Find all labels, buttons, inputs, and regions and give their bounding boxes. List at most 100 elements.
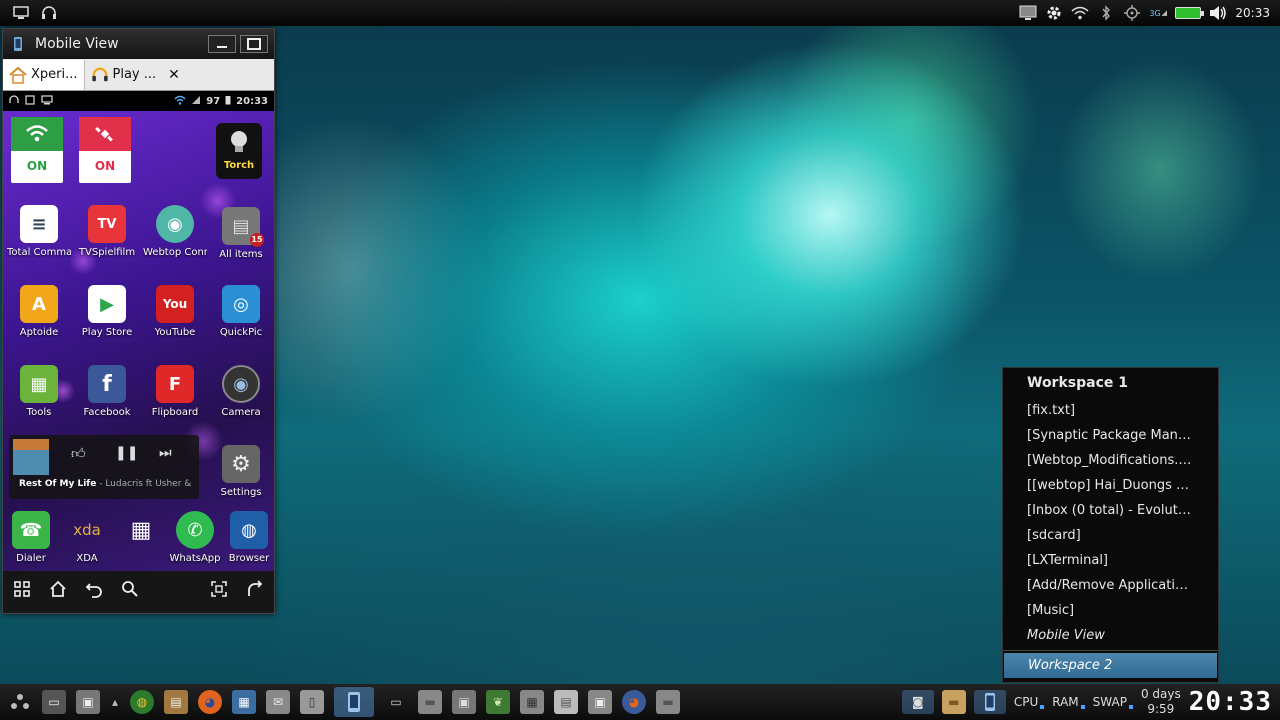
app-settings[interactable]: ⚙ Settings (209, 445, 273, 498)
tab-play-music[interactable]: Play ... ✕ (85, 60, 186, 90)
app-flipboard[interactable]: F Flipboard (143, 365, 207, 418)
window-item-fix-txt[interactable]: [fix.txt] (1003, 398, 1218, 423)
headphones-icon (91, 66, 109, 84)
applications-task-icon[interactable]: ▣ (588, 690, 612, 714)
phone-clock: 20:33 (236, 95, 268, 107)
android-home-screen: ON ON Torch ≡ Total Comma TV TVSpielfilm… (3, 111, 274, 571)
notes-icon[interactable]: ▯ (300, 690, 324, 714)
folder-all-items[interactable]: ▤ 15 All items (209, 207, 273, 260)
album-art[interactable] (13, 439, 49, 475)
fullscreen-icon[interactable] (210, 580, 228, 602)
network-globe-icon[interactable]: ◍ (130, 690, 154, 714)
wifi-toggle-widget[interactable]: ON (11, 117, 63, 183)
gear-icon[interactable] (1045, 4, 1063, 22)
camera-task-icon[interactable]: ◙ (901, 690, 934, 714)
window-item-webtop-forum[interactable]: [[webtop] Hai_Duongs Webto... (1003, 473, 1218, 498)
document-task-icon[interactable]: ▤ (554, 690, 578, 714)
window-title: Mobile View (35, 36, 119, 52)
window-item-lxterminal[interactable]: [LXTerminal] (1003, 548, 1218, 573)
window-item-sdcard[interactable]: [sdcard] (1003, 523, 1218, 548)
app-quickpic[interactable]: ◎ QuickPic (209, 285, 273, 338)
package-manager-icon[interactable]: ▣ (76, 690, 100, 714)
monitor-icon[interactable] (12, 4, 30, 22)
leaf-task-icon[interactable]: ❦ (486, 690, 510, 714)
track-artist: Ludacris ft Usher & (105, 479, 192, 489)
firefox-task-icon[interactable]: ◕ (622, 690, 646, 714)
tab-xperia-home[interactable]: Xperi... (3, 59, 85, 90)
app-webtop-connection[interactable]: ◉ Webtop Conn (143, 205, 207, 258)
tab-label: Play ... (112, 67, 157, 82)
search-icon[interactable] (121, 580, 139, 602)
browser-icon: ◍ (230, 511, 268, 549)
back-icon[interactable] (85, 580, 103, 602)
app-play-store[interactable]: ▶ Play Store (75, 285, 139, 338)
tools-icon: ▦ (20, 365, 58, 403)
close-icon[interactable]: ✕ (168, 67, 180, 83)
app-facebook[interactable]: f Facebook (75, 365, 139, 418)
minimize-button[interactable] (208, 35, 236, 53)
tvspielfilm-icon: TV (88, 205, 126, 243)
total-commander-icon: ≡ (20, 205, 58, 243)
wifi-icon[interactable] (1071, 4, 1089, 22)
start-menu-icon[interactable] (8, 690, 32, 714)
gps-toggle-state: ON (94, 159, 116, 173)
next-track-icon[interactable]: ⏭︎ (159, 445, 172, 461)
display-icon[interactable] (1019, 4, 1037, 22)
window-item-webtop-modifications[interactable]: [Webtop_Modifications.doc - ... (1003, 448, 1218, 473)
archive-icon[interactable]: ▤ (164, 690, 188, 714)
apps-grid-icon[interactable] (13, 580, 31, 602)
volume-icon[interactable] (1209, 4, 1227, 22)
gps-icon[interactable] (1123, 4, 1141, 22)
app-aptoide[interactable]: A Aptoide (7, 285, 71, 338)
window-item-synaptic[interactable]: [Synaptic Package Manager ] (1003, 423, 1218, 448)
keyboard-task-icon[interactable]: ▦ (520, 690, 544, 714)
app-tvspielfilm[interactable]: TV TVSpielfilm (75, 205, 139, 258)
app-youtube[interactable]: You YouTube (143, 285, 207, 338)
swap-monitor[interactable]: SWAP (1093, 695, 1133, 709)
cpu-monitor[interactable]: CPU (1014, 695, 1045, 709)
battery-icon[interactable] (1175, 7, 1205, 19)
firefox-icon[interactable]: ◕ (198, 690, 222, 714)
gps-toggle-widget[interactable]: ON (79, 117, 131, 183)
document-icon[interactable]: ▦ (232, 690, 256, 714)
window-titlebar[interactable]: Mobile View (3, 29, 274, 59)
bluetooth-icon[interactable] (1097, 4, 1115, 22)
window-item-mobile-view[interactable]: Mobile View (1003, 623, 1218, 648)
window-item-add-remove-apps[interactable]: [Add/Remove Applications] (1003, 573, 1218, 598)
torch-widget[interactable]: Torch (216, 123, 262, 179)
headphones-icon[interactable] (40, 4, 58, 22)
ram-monitor[interactable]: RAM (1052, 695, 1085, 709)
folder-tools[interactable]: ▦ Tools (7, 365, 71, 418)
home-icon[interactable] (49, 580, 67, 602)
flipboard-icon: F (156, 365, 194, 403)
bottom-taskbar: ▭ ▣ ▴ ◍ ▤ ◕ ▦ ✉ ▯ ▭ ▬ ▣ ❦ ▦ ▤ ▣ ◕ ▬ ◙ ▬ … (0, 684, 1280, 720)
terminal-icon[interactable]: ▭ (42, 690, 66, 714)
monitor-icon (41, 94, 53, 108)
workspace-menu: Workspace 1 [fix.txt] [Synaptic Package … (1002, 367, 1219, 683)
app-dialer[interactable]: ☎ Dialer (0, 511, 63, 564)
window-item-evolution-inbox[interactable]: [Inbox (0 total) - Evolution] (1003, 498, 1218, 523)
synaptic-task-icon[interactable]: ▣ (452, 690, 476, 714)
folder-task-icon-2[interactable]: ▬ (656, 690, 680, 714)
mobile-view-task-icon[interactable] (334, 687, 374, 717)
mail-icon[interactable]: ✉ (266, 690, 290, 714)
pause-icon[interactable]: ❚❚ (115, 445, 138, 461)
maximize-button[interactable] (240, 35, 268, 53)
folder-task-icon[interactable]: ▬ (418, 690, 442, 714)
phone-tray-icon[interactable] (973, 690, 1006, 714)
tablet-icon (25, 94, 35, 108)
app-browser[interactable]: ◍ Browser (217, 511, 281, 564)
signal-icon[interactable]: 3G (1149, 4, 1167, 22)
monitor-task-icon[interactable]: ▭ (384, 690, 408, 714)
rotate-icon[interactable] (246, 580, 264, 602)
phone-status-bar: 97 20:33 (3, 91, 274, 111)
top-clock: 20:33 (1235, 6, 1270, 20)
workspace-2-item[interactable]: Workspace 2 (1004, 653, 1217, 678)
app-camera[interactable]: ◉ Camera (209, 365, 273, 418)
thumbs-up-icon[interactable]: 👍︎ (71, 445, 86, 462)
launcher-arrow-icon[interactable]: ▴ (110, 690, 120, 714)
window-item-music[interactable]: [Music] (1003, 598, 1218, 623)
taskbar-clock[interactable]: 20:33 (1189, 687, 1272, 717)
app-total-commander[interactable]: ≡ Total Comma (7, 205, 71, 258)
folder-tray-icon[interactable]: ▬ (941, 690, 966, 714)
